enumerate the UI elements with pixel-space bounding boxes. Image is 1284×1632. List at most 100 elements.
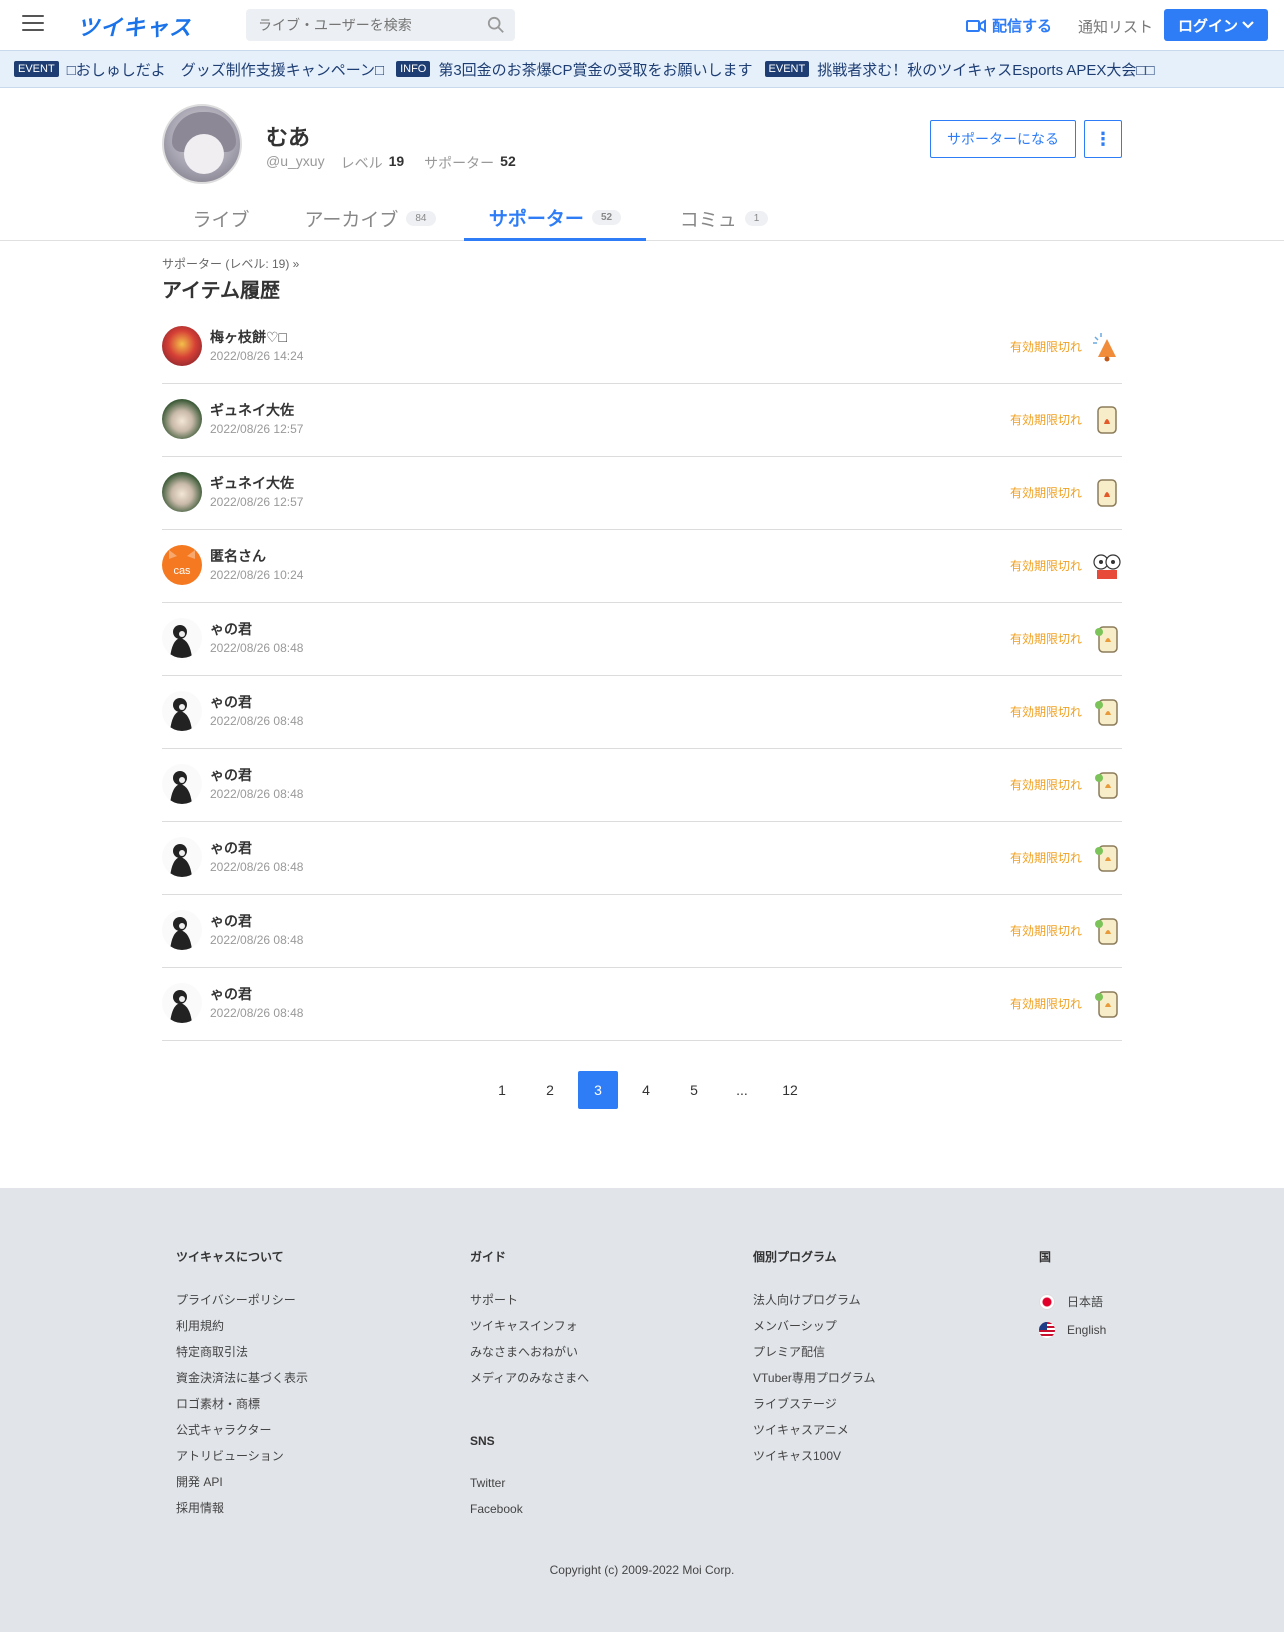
breadcrumb[interactable]: サポーター (レベル: 19) » [162, 255, 299, 272]
news-ticker: EVENT □おしゅしだよ グッズ制作支援キャンペーン□ INFO 第3回金のお… [0, 50, 1284, 88]
tab-live[interactable]: ライブ [176, 196, 266, 241]
footer-about-link[interactable]: 特定商取引法 [176, 1345, 308, 1360]
user-name[interactable]: 梅ヶ枝餅♡□ [210, 327, 287, 347]
item-history-row: ギュネイ大佐 2022/08/26 12:57 有効期限切れ [162, 457, 1122, 530]
item-history-row: cas 匿名さん 2022/08/26 10:24 有効期限切れ [162, 530, 1122, 603]
user-avatar[interactable] [162, 910, 202, 950]
user-name[interactable]: ゃの君 [210, 765, 252, 785]
user-avatar[interactable] [162, 472, 202, 512]
expired-status: 有効期限切れ [1009, 778, 1082, 792]
language-japanese[interactable]: 日本語 [1039, 1293, 1106, 1310]
tab-count: 84 [406, 211, 436, 226]
user-avatar[interactable] [162, 326, 202, 366]
page-2[interactable]: 2 [530, 1071, 570, 1109]
footer-heading: SNS [470, 1434, 495, 1448]
footer-sns-link[interactable]: Twitter [470, 1476, 589, 1491]
user-avatar[interactable] [162, 618, 202, 658]
tab-community[interactable]: コミュ 1 [668, 196, 780, 241]
level-label: レベル [340, 155, 383, 171]
login-button[interactable]: ログイン [1164, 9, 1268, 41]
footer-sns-link[interactable]: Facebook [470, 1502, 589, 1517]
footer-about-link[interactable]: 採用情報 [176, 1501, 308, 1516]
timestamp: 2022/08/26 12:57 [210, 495, 304, 509]
user-name[interactable]: ゃの君 [210, 838, 252, 858]
footer-about-link[interactable]: プライバシーポリシー [176, 1293, 308, 1308]
tab-supporters[interactable]: サポーター 52 [464, 196, 646, 241]
item-history-list: 梅ヶ枝餅♡□ 2022/08/26 14:24 有効期限切れ ギュネイ大佐 2022/0… [162, 311, 1122, 1041]
timestamp: 2022/08/26 08:48 [210, 714, 304, 728]
broadcast-button[interactable]: 配信する [966, 15, 1052, 36]
user-avatar[interactable] [162, 399, 202, 439]
supporter-label: サポーター [424, 155, 495, 171]
user-avatar[interactable] [162, 983, 202, 1023]
page-title: アイテム履歴 [162, 280, 280, 302]
become-supporter-button[interactable]: サポーターになる [930, 120, 1076, 158]
footer-program-link[interactable]: 法人向けプログラム [753, 1293, 876, 1308]
footer-heading: 国 [1039, 1250, 1052, 1264]
page-4[interactable]: 4 [626, 1071, 666, 1109]
broadcast-label: 配信する [992, 18, 1053, 35]
user-name[interactable]: ギュネイ大佐 [210, 473, 294, 493]
timestamp: 2022/08/26 08:48 [210, 1006, 304, 1020]
footer-about-link[interactable]: 開発 API [176, 1475, 308, 1490]
timestamp: 2022/08/26 12:57 [210, 422, 304, 436]
language-english[interactable]: English [1039, 1322, 1106, 1338]
footer-about-link[interactable]: アトリビューション [176, 1449, 308, 1464]
user-name[interactable]: ゃの君 [210, 619, 252, 639]
user-avatar[interactable] [162, 691, 202, 731]
item-history-row: ゃの君 2022/08/26 08:48 有効期限切れ [162, 968, 1122, 1041]
profile-avatar[interactable] [162, 104, 242, 184]
user-avatar[interactable] [162, 837, 202, 877]
ticker-item[interactable]: 第3回金のお茶爆CP賞金の受取をお願いします [438, 59, 752, 80]
user-avatar[interactable] [162, 764, 202, 804]
expired-status: 有効期限切れ [1009, 705, 1082, 719]
notify-list-link[interactable]: 通知リスト [1078, 16, 1153, 37]
login-label: ログイン [1177, 17, 1238, 35]
tab-archive[interactable]: アーカイブ 84 [296, 196, 444, 241]
user-name[interactable]: ゃの君 [210, 984, 252, 1004]
footer-about-link[interactable]: 資金決済法に基づく表示 [176, 1371, 308, 1386]
footer-program-link[interactable]: VTuber専用プログラム [753, 1371, 876, 1386]
user-name[interactable]: ギュネイ大佐 [210, 400, 294, 420]
expired-status: 有効期限切れ [1009, 997, 1082, 1011]
footer-about-link[interactable]: 利用規約 [176, 1319, 308, 1334]
tab-label: アーカイブ [304, 210, 399, 231]
footer-program-link[interactable]: ツイキャス100V [753, 1449, 876, 1464]
language-label: English [1067, 1323, 1107, 1337]
expired-status: 有効期限切れ [1009, 486, 1082, 500]
page-3[interactable]: 3 [578, 1071, 618, 1109]
footer-guide-link[interactable]: サポート [470, 1293, 589, 1308]
footer-guide-link[interactable]: メディアのみなさまへ [470, 1371, 589, 1386]
svg-text:cas: cas [173, 565, 191, 577]
footer-program-link[interactable]: メンバーシップ [753, 1319, 876, 1334]
page-5[interactable]: 5 [674, 1071, 714, 1109]
search-icon[interactable] [487, 16, 505, 34]
ticker-item[interactable]: 挑戦者求む！秋のツイキャスEsports APEX大会□□ [817, 59, 1154, 80]
footer-col-programs: 個別プログラム 法人向けプログラム メンバーシップ プレミア配信 VTuber専用プロ… [753, 1248, 876, 1475]
footer-about-link[interactable]: 公式キャラクター [176, 1423, 308, 1438]
menu-icon[interactable] [22, 15, 44, 33]
user-avatar[interactable]: cas [162, 545, 202, 585]
footer-about-link[interactable]: ロゴ素材・商標 [176, 1397, 308, 1412]
page-1[interactable]: 1 [482, 1071, 522, 1109]
search-input[interactable] [246, 9, 476, 41]
profile-name: むあ [266, 125, 311, 150]
footer-guide-link[interactable]: ツイキャスインフォ [470, 1319, 589, 1334]
expired-status: 有効期限切れ [1009, 559, 1082, 573]
footer-program-link[interactable]: プレミア配信 [753, 1345, 876, 1360]
more-options-button[interactable]: ⋮ [1084, 120, 1122, 158]
ticker-item[interactable]: □おしゅしだよ グッズ制作支援キャンペーン□ [67, 59, 384, 80]
user-name[interactable]: ゃの君 [210, 911, 252, 931]
top-header: ツイキャス 配信する 通知リスト ログイン [0, 0, 1284, 50]
user-name[interactable]: ゃの君 [210, 692, 252, 712]
footer-program-link[interactable]: ツイキャスアニメ [753, 1423, 876, 1438]
timestamp: 2022/08/26 14:24 [210, 349, 304, 363]
footer-guide-link[interactable]: みなさまへおねがい [470, 1345, 589, 1360]
us-flag-icon [1039, 1322, 1055, 1338]
tab-label: ライブ [192, 210, 250, 231]
footer-program-link[interactable]: ライブステージ [753, 1397, 876, 1412]
characters-icon [1092, 550, 1122, 582]
page-12[interactable]: 12 [770, 1071, 810, 1109]
user-name[interactable]: 匿名さん [210, 546, 266, 566]
logo[interactable]: ツイキャス [77, 10, 192, 42]
